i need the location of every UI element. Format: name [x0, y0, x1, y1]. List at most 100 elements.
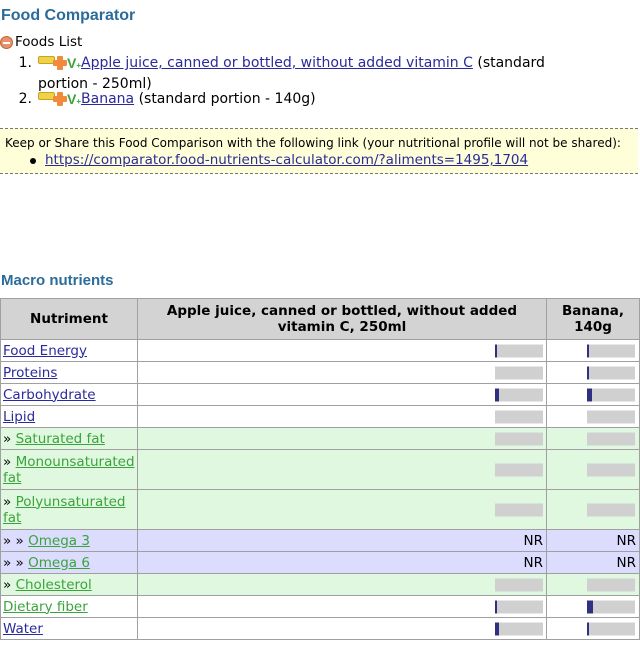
- value-bar: [587, 463, 635, 476]
- value-cell: [137, 339, 547, 362]
- value-bar: [495, 388, 543, 401]
- nutrient-link[interactable]: Saturated fat: [16, 431, 105, 447]
- value-bar: [495, 503, 543, 516]
- nutrient-name-cell: » Saturated fat: [0, 427, 138, 450]
- nutrient-link[interactable]: Carbohydrate: [3, 387, 96, 403]
- check-icon[interactable]: V+: [67, 54, 81, 75]
- table-row: » Saturated fat: [0, 427, 640, 450]
- share-link[interactable]: https://comparator.food-nutrients-calcul…: [45, 152, 528, 168]
- nutrient-name-cell: Dietary fiber: [0, 595, 138, 618]
- value-cell: [546, 339, 640, 362]
- value-cell: [137, 489, 547, 530]
- column-header: Banana, 140g: [546, 298, 640, 340]
- increase-portion-icon[interactable]: [53, 92, 67, 106]
- collapse-icon[interactable]: [0, 35, 13, 49]
- value-cell: [546, 595, 640, 618]
- table-row: Proteins: [0, 361, 640, 384]
- value-bar: [495, 463, 543, 476]
- nutrient-name-cell: Water: [0, 617, 138, 640]
- food-link-apple-juice[interactable]: Apple juice, canned or bottled, without …: [81, 55, 473, 71]
- value-cell: NR: [137, 551, 547, 574]
- not-reported-text: NR: [523, 532, 543, 549]
- value-bar: [587, 388, 635, 401]
- food-item-controls: V+: [38, 90, 81, 111]
- indent-marker: »: [3, 493, 16, 510]
- nutrient-link[interactable]: Food Energy: [3, 343, 87, 359]
- nutrient-name-cell: » » Omega 3: [0, 529, 138, 552]
- value-bar: [587, 600, 635, 613]
- not-reported-text: NR: [616, 532, 636, 549]
- value-bar: [495, 578, 543, 591]
- nutrient-link[interactable]: Cholesterol: [16, 577, 92, 593]
- nutrient-link[interactable]: Polyunsaturated fat: [3, 494, 125, 526]
- value-cell: [137, 617, 547, 640]
- indent-marker: »: [3, 430, 16, 447]
- share-box: Keep or Share this Food Comparison with …: [0, 128, 638, 174]
- value-cell: NR: [137, 529, 547, 552]
- value-cell: [546, 617, 640, 640]
- value-cell: [546, 449, 640, 490]
- value-cell: [137, 449, 547, 490]
- food-item-number: 2.: [18, 91, 32, 107]
- food-portion: (standard portion - 140g): [138, 91, 316, 107]
- value-cell: [137, 361, 547, 384]
- value-cell: [137, 427, 547, 450]
- share-text: Keep or Share this Food Comparison with …: [5, 136, 621, 150]
- nutrient-link[interactable]: Dietary fiber: [3, 599, 88, 615]
- value-bar-fill: [495, 344, 498, 357]
- value-bar: [495, 344, 543, 357]
- value-bar: [587, 366, 635, 379]
- value-cell: [546, 573, 640, 596]
- value-bar: [587, 432, 635, 445]
- nutrient-link[interactable]: Proteins: [3, 365, 57, 381]
- nutrient-link[interactable]: Omega 6: [28, 555, 90, 571]
- value-bar-fill: [495, 622, 499, 635]
- value-bar: [495, 600, 543, 613]
- nutrient-name-cell: Carbohydrate: [0, 383, 138, 406]
- foods-list-header: Foods List: [0, 34, 82, 50]
- table-row: » » Omega 3 NR NR: [0, 529, 640, 552]
- value-bar-fill: [587, 366, 589, 379]
- food-link-banana[interactable]: Banana: [81, 91, 134, 107]
- nutrient-name-cell: » Monounsaturated fat: [0, 449, 138, 490]
- value-bar-fill: [587, 622, 589, 635]
- table-row: » » Omega 6 NR NR: [0, 551, 640, 574]
- value-bar: [587, 503, 635, 516]
- column-header: Nutriment: [0, 298, 138, 340]
- value-bar-fill: [587, 600, 593, 613]
- value-bar: [495, 432, 543, 445]
- value-bar: [495, 366, 543, 379]
- nutrient-name-cell: » Cholesterol: [0, 573, 138, 596]
- macro-nutrients-table: Nutriment Apple juice, canned or bottled…: [0, 298, 640, 640]
- not-reported-text: NR: [523, 554, 543, 571]
- nutrient-name-cell: Lipid: [0, 405, 138, 428]
- not-reported-text: NR: [616, 554, 636, 571]
- value-cell: [546, 427, 640, 450]
- indent-marker: » »: [3, 532, 29, 549]
- page-title: Food Comparator: [1, 7, 136, 24]
- value-cell: [137, 573, 547, 596]
- value-bar: [587, 344, 635, 357]
- increase-portion-icon[interactable]: [53, 56, 67, 70]
- value-bar: [495, 410, 543, 423]
- value-bar: [587, 410, 635, 423]
- table-row: Water: [0, 617, 640, 640]
- value-bar-fill: [495, 388, 500, 401]
- column-header: Apple juice, canned or bottled, without …: [137, 298, 547, 340]
- food-item-controls: V+: [38, 54, 81, 75]
- nutrient-name-cell: Food Energy: [0, 339, 138, 362]
- nutrient-link[interactable]: Lipid: [3, 409, 35, 425]
- value-cell: [546, 361, 640, 384]
- indent-marker: »: [3, 453, 16, 470]
- value-cell: [546, 405, 640, 428]
- nutrient-link[interactable]: Monounsaturated fat: [3, 454, 135, 486]
- value-cell: NR: [546, 551, 640, 574]
- food-item-number: 1.: [18, 55, 32, 71]
- nutrient-link[interactable]: Water: [3, 621, 43, 637]
- value-bar-fill: [495, 600, 497, 613]
- nutrient-name-cell: » Polyunsaturated fat: [0, 489, 138, 530]
- nutrient-link[interactable]: Omega 3: [28, 533, 90, 549]
- value-bar-fill: [587, 344, 590, 357]
- check-icon[interactable]: V+: [67, 90, 81, 111]
- section-title: Macro nutrients: [1, 272, 114, 289]
